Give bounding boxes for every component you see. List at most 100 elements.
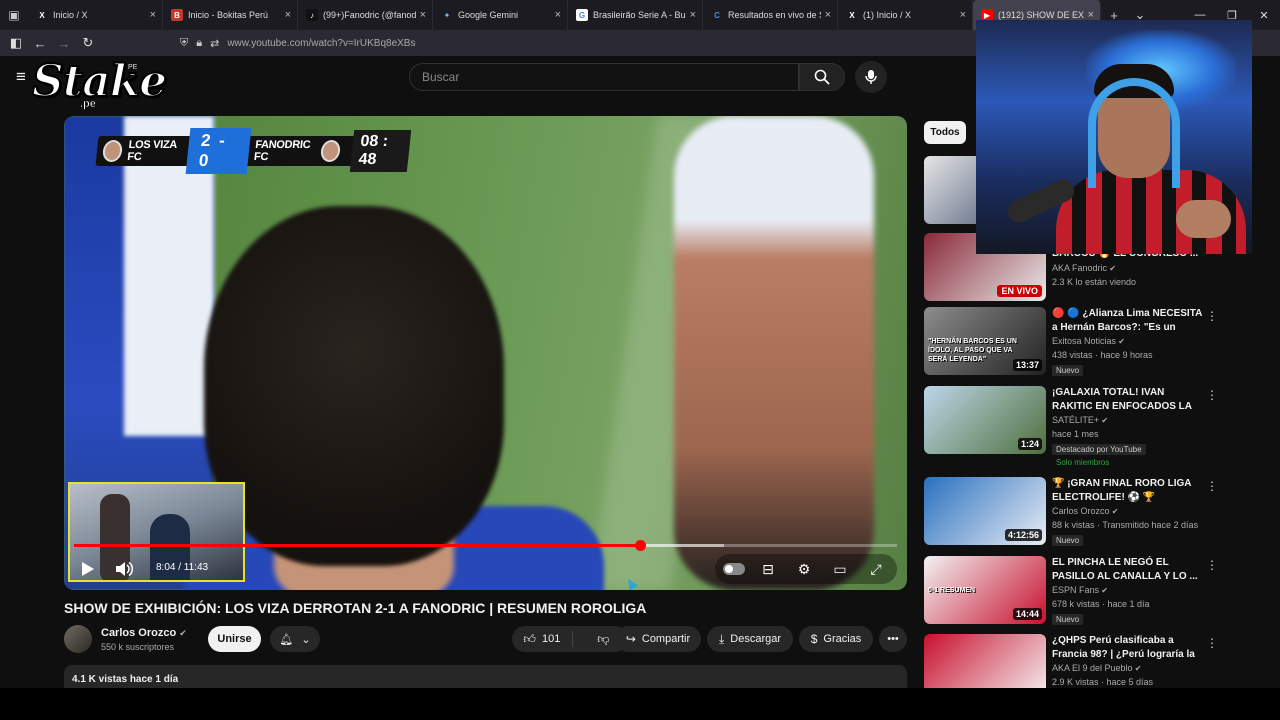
tab-list-icon[interactable]: ▣ xyxy=(0,0,28,30)
more-vertical-icon[interactable]: ⋮ xyxy=(1206,479,1218,493)
recommended-channel[interactable]: ESPN Fans ✔ xyxy=(1052,585,1108,595)
video-thumbnail[interactable]: "HERNÁN BARCOS ES UN ÍDOLO, AL PASO QUE … xyxy=(924,307,1046,375)
shield-icon[interactable]: ⛨ xyxy=(180,37,188,50)
tab-close-icon[interactable]: × xyxy=(825,9,831,21)
progress-bar[interactable] xyxy=(74,540,897,551)
thumbnail-caption: 0-1 RESUMEN xyxy=(928,587,976,594)
permissions-icon[interactable]: ⇄ xyxy=(210,37,219,50)
close-window-icon[interactable]: ✕ xyxy=(1248,0,1280,30)
more-vertical-icon[interactable]: ⋮ xyxy=(1206,388,1218,402)
home-team-name: LOS VIZA FC xyxy=(126,139,178,163)
lock-icon[interactable]: 🔒︎ xyxy=(196,37,202,50)
recommended-badge: Nuevo xyxy=(1052,535,1084,546)
description-box[interactable]: 4.1 K vistas hace 1 día xyxy=(64,665,907,689)
recommended-meta: 438 vistas · hace 9 horas xyxy=(1052,350,1153,360)
recommended-channel[interactable]: Carlos Orozco ✔ xyxy=(1052,506,1118,516)
scoreboard: LOS VIZA FC 2 - 0 FANODRIC FC 08 : 48 xyxy=(95,128,412,174)
sidebar-toggle-icon[interactable]: ◧ xyxy=(4,35,28,51)
streamer-webcam-overlay xyxy=(976,20,1252,254)
recommended-channel[interactable]: AKA Fanodric ✔ xyxy=(1052,263,1116,273)
volume-button[interactable] xyxy=(112,557,136,581)
forward-button[interactable]: → xyxy=(52,36,76,51)
video-thumbnail[interactable]: 1:24 xyxy=(924,386,1046,454)
recommended-meta: 678 k vistas · hace 1 día xyxy=(1052,599,1150,609)
recommended-video-title[interactable]: ¡GALAXIA TOTAL! IVAN RAKITIC EN ENFOCADO… xyxy=(1052,386,1202,414)
theater-mode-icon[interactable]: ▭ xyxy=(827,561,853,578)
subtitles-icon[interactable]: ⊟ xyxy=(755,561,781,578)
play-icon xyxy=(82,562,94,576)
video-player[interactable]: LOS VIZA FC 2 - 0 FANODRIC FC 08 : 48 8:… xyxy=(64,116,907,590)
more-vertical-icon[interactable]: ⋮ xyxy=(1206,309,1218,323)
tab-close-icon[interactable]: × xyxy=(420,9,426,21)
recommended-video[interactable]: "HERNÁN BARCOS ES UN ÍDOLO, AL PASO QUE … xyxy=(924,307,1224,379)
menu-icon[interactable]: ≡ xyxy=(16,67,26,87)
video-frame-arm xyxy=(674,116,874,590)
browser-tab[interactable]: X (1) Inicio / X × xyxy=(838,0,973,30)
recommended-channel-name[interactable]: AKA Fanodric xyxy=(1052,263,1107,273)
recommended-channel[interactable]: SATÉLITE+ ✔ xyxy=(1052,415,1108,425)
recommended-channel-name[interactable]: Exitosa Noticias xyxy=(1052,336,1116,346)
verified-icon: ✔ xyxy=(1107,264,1116,273)
settings-gear-icon[interactable]: ⚙ xyxy=(791,561,817,578)
tab-close-icon[interactable]: × xyxy=(285,9,291,21)
video-thumbnail[interactable]: 0-1 RESUMEN 14:44 xyxy=(924,556,1046,624)
autoplay-toggle[interactable] xyxy=(723,563,745,575)
chip-all[interactable]: Todos xyxy=(924,121,966,144)
thanks-button[interactable]: $ Gracias xyxy=(799,626,873,652)
play-button[interactable] xyxy=(76,557,100,581)
more-vertical-icon[interactable]: ⋮ xyxy=(1206,636,1218,650)
browser-tab[interactable]: G Brasileirão Serie A - Buscar × xyxy=(568,0,703,30)
tab-close-icon[interactable]: × xyxy=(690,9,696,21)
recommended-channel-name[interactable]: ESPN Fans xyxy=(1052,585,1099,595)
verified-icon: ✔ xyxy=(1099,586,1108,595)
url-text[interactable]: www.youtube.com/watch?v=IrUKBq8eXBs xyxy=(227,38,415,49)
tab-close-icon[interactable]: × xyxy=(555,9,561,21)
fullscreen-icon[interactable]: ⤢ xyxy=(863,561,889,578)
recommended-channel[interactable]: Exitosa Noticias ✔ xyxy=(1052,336,1125,346)
recommended-channel-name[interactable]: Carlos Orozco xyxy=(1052,506,1110,516)
back-button[interactable]: ← xyxy=(28,36,52,51)
tab-close-icon[interactable]: × xyxy=(150,9,156,21)
search-button[interactable] xyxy=(799,63,845,91)
recommended-channel-name[interactable]: SATÉLITE+ xyxy=(1052,415,1099,425)
recommended-channel-name[interactable]: AKA El 9 del Pueblo xyxy=(1052,663,1133,673)
reload-button[interactable]: ↻ xyxy=(76,35,100,51)
browser-tab[interactable]: ✦ Google Gemini × xyxy=(433,0,568,30)
url-bar[interactable]: ⛨ 🔒︎ ⇄ www.youtube.com/watch?v=IrUKBq8eX… xyxy=(180,37,415,50)
verified-icon: ✔ xyxy=(179,628,187,638)
channel-row: Carlos Orozco ✔ 550 k suscriptores Unirse… xyxy=(64,625,907,655)
recommended-channel[interactable]: AKA El 9 del Pueblo ✔ xyxy=(1052,663,1142,673)
channel-name[interactable]: Carlos Orozco xyxy=(101,627,176,639)
more-horizontal-icon: ••• xyxy=(887,633,899,645)
download-button[interactable]: ⤓ Descargar xyxy=(707,626,793,652)
browser-tab[interactable]: C Resultados en vivo de Serie × xyxy=(703,0,838,30)
video-duration: 13:37 xyxy=(1012,359,1042,371)
share-button[interactable]: ↪ Compartir xyxy=(615,626,701,652)
subscriber-count: 550 k suscriptores xyxy=(101,642,175,652)
volume-icon xyxy=(116,561,133,577)
like-button[interactable]: 👍︎ 101 xyxy=(512,631,573,647)
recommended-video[interactable]: 0-1 RESUMEN 14:44 EL PINCHA LE NEGÓ EL PAS… xyxy=(924,556,1224,628)
notification-bell-button[interactable]: 🔔︎ ⌄ xyxy=(270,626,320,652)
more-vertical-icon[interactable]: ⋮ xyxy=(1206,558,1218,572)
browser-tab[interactable]: B Inicio - Bokitas Perú × xyxy=(163,0,298,30)
recommended-video-title[interactable]: 🏆 ¡GRAN FINAL RORO LIGA ELECTROLIFE! ⚽ 🏆 xyxy=(1052,477,1202,505)
voice-search-button[interactable] xyxy=(855,61,887,93)
recommended-video-title[interactable]: EL PINCHA LE NEGÓ EL PASILLO AL CANALLA … xyxy=(1052,556,1202,584)
browser-tab[interactable]: ♪ (99+)Fanodric (@fanodric) × xyxy=(298,0,433,30)
like-dislike-group: 👍︎ 101 👎︎ xyxy=(512,626,628,652)
recommended-video-title[interactable]: 🔴 🔵 ¿Alianza Lima NECESITA a Hernán Barc… xyxy=(1052,307,1202,335)
verified-icon: ✔ xyxy=(1109,507,1119,516)
tab-close-icon[interactable]: × xyxy=(960,9,966,21)
browser-tab[interactable]: X Inicio / X × xyxy=(28,0,163,30)
recommended-video[interactable]: 4:12:56 🏆 ¡GRAN FINAL RORO LIGA ELECTROLI… xyxy=(924,477,1224,549)
video-thumbnail[interactable]: 4:12:56 xyxy=(924,477,1046,545)
more-actions-button[interactable]: ••• xyxy=(879,626,907,652)
channel-name-wrap[interactable]: Carlos Orozco ✔ xyxy=(101,627,187,639)
channel-avatar[interactable] xyxy=(64,625,92,653)
join-button[interactable]: Unirse xyxy=(208,626,261,652)
recommended-video-title[interactable]: ¿QHPS Perú clasificaba a Francia 98? | ¿… xyxy=(1052,634,1202,662)
taskbar-strip xyxy=(0,688,1280,720)
recommended-video[interactable]: 1:24 ¡GALAXIA TOTAL! IVAN RAKITIC EN ENFO… xyxy=(924,386,1224,467)
search-input[interactable]: Buscar xyxy=(409,63,799,91)
